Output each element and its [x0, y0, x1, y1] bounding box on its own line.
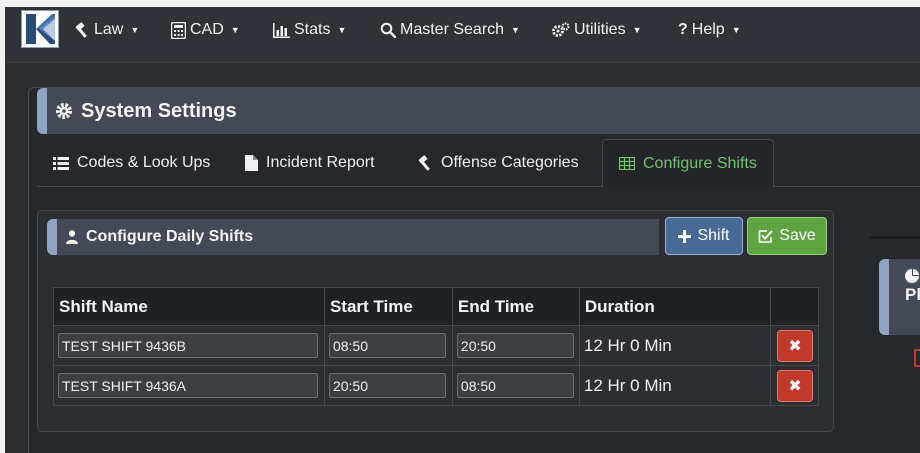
plus-icon [678, 229, 692, 243]
cell-end-time [451, 325, 580, 366]
file-icon [245, 155, 258, 171]
tab-offense-categories[interactable]: Offense Categories [417, 139, 579, 187]
column-header-end-time: End Time [451, 287, 580, 326]
nav-utilities-label: Utilities [574, 21, 626, 38]
end-time-input[interactable] [456, 373, 574, 398]
close-icon: ✖ [788, 377, 802, 395]
delete-shift-button[interactable]: ✖ [777, 369, 814, 402]
cell-shift-name [53, 365, 325, 406]
side-divider [870, 236, 920, 239]
tab-offense-categories-label: Offense Categories [441, 154, 579, 171]
page-title-bar: System Settings [37, 88, 920, 134]
add-shift-button[interactable]: Shift [665, 217, 743, 255]
cogs-icon [552, 22, 570, 37]
cell-duration: 12 Hr 0 Min [578, 325, 772, 366]
nav-master-search[interactable]: Master Search ▼ [380, 19, 520, 41]
bar-chart-icon [273, 22, 290, 38]
cell-start-time [323, 325, 453, 366]
tab-incident-report-label: Incident Report [266, 154, 375, 171]
table-icon [619, 157, 635, 170]
gavel-icon [418, 155, 430, 171]
start-time-input[interactable] [328, 373, 446, 398]
configure-daily-shifts-card: Configure Daily Shifts Shift Save Shift … [37, 210, 834, 432]
shift-name-input[interactable] [58, 333, 318, 358]
nav-stats-label: Stats [294, 21, 331, 38]
card-title: Configure Daily Shifts [86, 228, 254, 245]
search-icon [380, 22, 396, 38]
list-icon [53, 156, 69, 170]
settings-tabs: Codes & Look Ups Incident Report Offense… [37, 139, 920, 188]
chevron-down-icon: ▼ [632, 25, 642, 35]
chevron-down-icon: ▼ [130, 25, 140, 35]
nav-help[interactable]: ? Help ▼ [678, 19, 741, 41]
column-header-start-time: Start Time [323, 287, 453, 326]
column-header-duration: Duration [578, 287, 772, 326]
save-label: Save [779, 227, 816, 244]
top-navbar: Law ▼ CAD ▼ Stats ▼ Master Search ▼ Util… [5, 7, 920, 63]
pie-chart-icon [905, 269, 919, 283]
cell-actions: ✖ [770, 365, 819, 406]
cell-start-time [323, 365, 453, 406]
nav-law[interactable]: Law ▼ [74, 19, 139, 41]
chevron-down-icon: ▼ [230, 25, 240, 35]
chevron-down-icon: ▼ [337, 25, 347, 35]
column-header-actions [770, 287, 819, 326]
cell-duration: 12 Hr 0 Min [578, 365, 772, 406]
shift-name-input[interactable] [58, 373, 318, 398]
tab-configure-shifts[interactable]: Configure Shifts [602, 139, 774, 188]
table-header-row: Shift Name Start Time End Time Duration [53, 287, 819, 326]
card-header: Configure Daily Shifts [47, 219, 659, 255]
nav-master-search-label: Master Search [400, 21, 505, 38]
gavel-icon [75, 22, 87, 38]
nav-cad-label: CAD [190, 21, 224, 38]
tab-configure-shifts-label: Configure Shifts [643, 154, 757, 172]
question-icon: ? [678, 21, 688, 38]
app-logo[interactable] [21, 10, 59, 48]
shifts-table: Shift Name Start Time End Time Duration [53, 287, 819, 406]
nav-utilities[interactable]: Utilities ▼ [551, 19, 641, 41]
tab-incident-report[interactable]: Incident Report [245, 139, 375, 187]
side-checkbox[interactable] [914, 349, 920, 367]
nav-cad[interactable]: CAD ▼ [171, 19, 240, 41]
end-time-input[interactable] [456, 333, 574, 358]
column-header-shift-name: Shift Name [53, 287, 325, 326]
chevron-down-icon: ▼ [731, 25, 741, 35]
side-panel-header: Pl [879, 259, 920, 335]
close-icon: ✖ [788, 337, 802, 355]
cell-actions: ✖ [770, 325, 819, 366]
tab-codes-lookups[interactable]: Codes & Look Ups [53, 139, 210, 187]
nav-stats[interactable]: Stats ▼ [273, 19, 346, 41]
start-time-input[interactable] [328, 333, 446, 358]
nav-law-label: Law [94, 21, 124, 38]
delete-shift-button[interactable]: ✖ [777, 329, 814, 362]
calculator-icon [171, 21, 186, 39]
gear-icon [56, 103, 72, 119]
user-icon [66, 230, 78, 244]
page-title: System Settings [81, 99, 237, 122]
cell-shift-name [53, 325, 325, 366]
system-settings-panel: System Settings Codes & Look Ups Inciden… [28, 87, 920, 453]
nav-help-label: Help [691, 21, 725, 38]
add-shift-label: Shift [697, 227, 730, 244]
table-row: 12 Hr 0 Min ✖ [53, 325, 819, 366]
save-button[interactable]: Save [747, 217, 827, 255]
chevron-down-icon: ▼ [511, 25, 520, 35]
app-window: Law ▼ CAD ▼ Stats ▼ Master Search ▼ Util… [5, 7, 920, 453]
side-panel-title: Pl [905, 285, 920, 304]
tab-codes-lookups-label: Codes & Look Ups [77, 154, 211, 171]
cell-end-time [451, 365, 580, 406]
table-row: 12 Hr 0 Min ✖ [53, 365, 819, 406]
check-square-icon [758, 229, 773, 243]
